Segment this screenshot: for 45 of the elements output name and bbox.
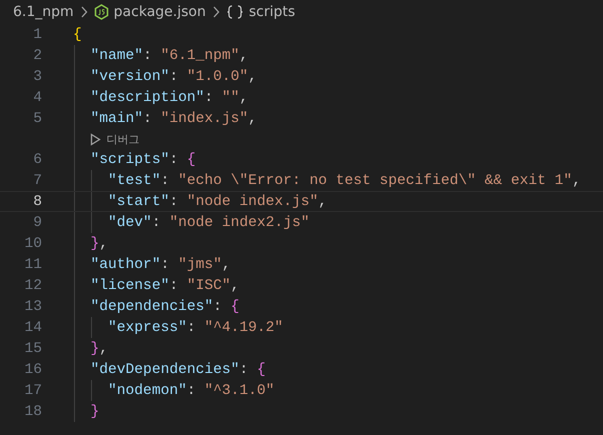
line-number: 13 xyxy=(23,298,42,314)
breadcrumb-item[interactable]: scripts xyxy=(248,4,296,20)
line-number: 2 xyxy=(32,48,42,64)
line-number: 10 xyxy=(23,236,42,252)
line-number: 7 xyxy=(32,172,42,188)
debug-codelens-link[interactable]: 디버그 xyxy=(106,132,140,146)
code-line: "dependencies": { xyxy=(90,298,240,314)
line-number: 14 xyxy=(23,320,42,336)
line-number: 16 xyxy=(23,362,42,378)
braces-icon xyxy=(226,4,244,20)
code-line: "license": "ISC", xyxy=(90,278,240,294)
line-number: 9 xyxy=(32,214,42,230)
code-line: }, xyxy=(90,236,108,252)
line-number: 17 xyxy=(23,382,42,398)
code-line: "nodemon": "^3.1.0" xyxy=(107,382,274,398)
line-number: 4 xyxy=(32,90,42,106)
line-number: 3 xyxy=(32,68,42,84)
chevron-right-icon xyxy=(80,6,88,18)
code-line: "author": "jms", xyxy=(90,256,231,272)
code-line: "main": "index.js", xyxy=(90,110,257,126)
line-number: 8 xyxy=(32,194,42,210)
line-number: 5 xyxy=(32,110,42,126)
code-line: { xyxy=(73,26,82,42)
code-line: "express": "^4.19.2" xyxy=(107,320,284,336)
code-line: "name": "6.1_npm", xyxy=(90,48,248,64)
line-number: 1 xyxy=(32,26,42,42)
line-number: 11 xyxy=(23,256,42,272)
line-number: 6 xyxy=(32,152,42,168)
line-number: 12 xyxy=(23,278,42,294)
code-line: "test": "echo \"Error: no test specified\" && exit 1", xyxy=(107,172,581,188)
code-line: } xyxy=(90,404,100,420)
code-line: "start": "node index.js", xyxy=(107,194,327,210)
chevron-right-icon xyxy=(212,6,220,18)
code-line: "version": "1.0.0", xyxy=(90,68,257,84)
play-icon[interactable] xyxy=(90,132,102,146)
code-line: "devDependencies": { xyxy=(90,362,266,378)
line-number: 18 xyxy=(23,404,42,420)
code-line: "scripts": { xyxy=(90,152,196,168)
breadcrumb-item[interactable]: 6.1_npm xyxy=(13,4,74,20)
breadcrumb-item[interactable]: package.json xyxy=(114,4,206,20)
js-file-icon xyxy=(94,4,109,20)
code-line: "description": "", xyxy=(90,90,248,106)
code-line: }, xyxy=(90,340,108,356)
code-line: "dev": "node index2.js" xyxy=(107,214,310,230)
line-number: 15 xyxy=(23,340,42,356)
